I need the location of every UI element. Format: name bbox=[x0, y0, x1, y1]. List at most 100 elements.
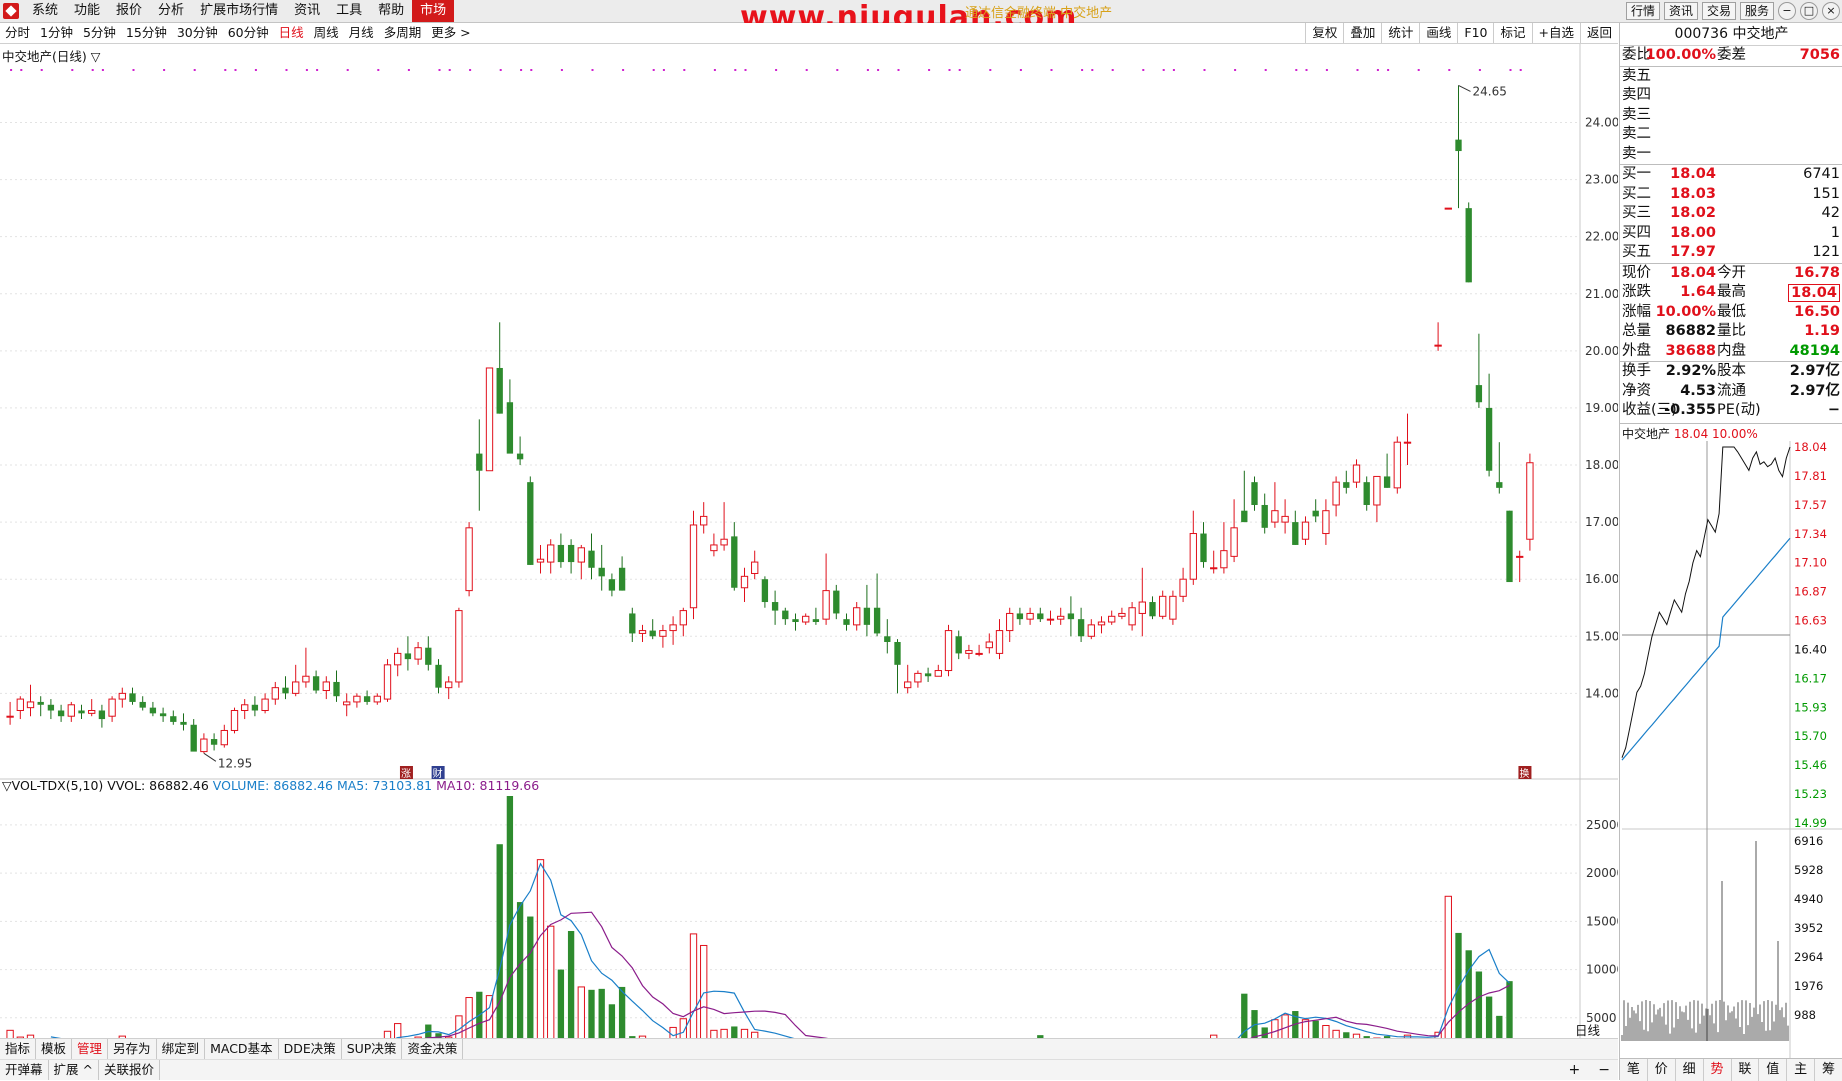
candle[interactable] bbox=[537, 545, 543, 574]
candle[interactable] bbox=[741, 568, 747, 602]
candle[interactable] bbox=[1149, 596, 1155, 619]
candle[interactable] bbox=[1476, 334, 1482, 408]
candle[interactable] bbox=[1139, 568, 1145, 637]
candle[interactable] bbox=[1404, 414, 1410, 465]
candle[interactable] bbox=[68, 702, 74, 722]
ext-tab-0[interactable]: 开弹幕 bbox=[0, 1060, 49, 1080]
candle[interactable] bbox=[517, 436, 523, 465]
candle[interactable] bbox=[1272, 482, 1278, 528]
candle[interactable] bbox=[527, 476, 533, 564]
top-button-3[interactable]: 服务 bbox=[1740, 2, 1774, 20]
candle[interactable] bbox=[1231, 499, 1237, 562]
period-tab-9[interactable]: 多周期 bbox=[379, 23, 427, 43]
candle[interactable] bbox=[1088, 619, 1094, 639]
candle[interactable] bbox=[660, 625, 666, 648]
candle[interactable] bbox=[1455, 85, 1461, 208]
indicator-tab-1[interactable]: 模板 bbox=[36, 1039, 72, 1059]
candle[interactable] bbox=[1445, 208, 1451, 209]
candle[interactable] bbox=[466, 522, 472, 596]
candle[interactable] bbox=[1353, 459, 1359, 488]
period-tab-6[interactable]: 日线 bbox=[274, 23, 309, 43]
menu-item-4[interactable]: 扩展市场行情 bbox=[192, 0, 286, 22]
candle[interactable] bbox=[1435, 322, 1441, 351]
candle[interactable] bbox=[548, 539, 554, 573]
period-tab-2[interactable]: 5分钟 bbox=[78, 23, 121, 43]
period-tab-1[interactable]: 1分钟 bbox=[35, 23, 78, 43]
candle[interactable] bbox=[1160, 591, 1166, 620]
candle[interactable] bbox=[915, 671, 921, 688]
candle[interactable] bbox=[905, 665, 911, 694]
candle[interactable] bbox=[1078, 608, 1084, 642]
candle[interactable] bbox=[803, 613, 809, 624]
candle[interactable] bbox=[415, 642, 421, 665]
top-button-2[interactable]: 交易 bbox=[1702, 2, 1736, 20]
candle[interactable] bbox=[1323, 499, 1329, 545]
candle[interactable] bbox=[1262, 494, 1268, 534]
candle[interactable] bbox=[476, 419, 482, 510]
candle[interactable] bbox=[58, 705, 64, 722]
candle[interactable] bbox=[925, 668, 931, 682]
candle[interactable] bbox=[690, 511, 696, 619]
candle[interactable] bbox=[344, 693, 350, 716]
candle[interactable] bbox=[833, 585, 839, 619]
period-tab-8[interactable]: 月线 bbox=[344, 23, 379, 43]
candle[interactable] bbox=[588, 534, 594, 580]
candle[interactable] bbox=[364, 691, 370, 705]
candle[interactable] bbox=[1119, 608, 1125, 619]
panel-tab-7[interactable]: 筹 bbox=[1815, 1059, 1842, 1081]
candle[interactable] bbox=[303, 648, 309, 688]
candle[interactable] bbox=[1200, 522, 1206, 568]
candle[interactable] bbox=[201, 733, 207, 753]
candle[interactable] bbox=[354, 693, 360, 707]
intraday-mini-chart[interactable]: 18.0417.8117.5717.3417.1016.8716.6316.40… bbox=[1620, 441, 1842, 1058]
candle[interactable] bbox=[140, 696, 146, 710]
tool-button-6[interactable]: +自选 bbox=[1532, 23, 1580, 43]
tool-button-0[interactable]: 复权 bbox=[1305, 23, 1343, 43]
candle[interactable] bbox=[711, 534, 717, 557]
candle[interactable] bbox=[945, 625, 951, 676]
candle[interactable] bbox=[435, 659, 441, 693]
candle[interactable] bbox=[1007, 608, 1013, 642]
candle[interactable] bbox=[1527, 454, 1533, 551]
period-tab-3[interactable]: 15分钟 bbox=[121, 23, 172, 43]
candle[interactable] bbox=[884, 619, 890, 653]
candle[interactable] bbox=[1211, 551, 1217, 574]
candle[interactable] bbox=[242, 699, 248, 719]
candle[interactable] bbox=[252, 696, 258, 716]
candle[interactable] bbox=[823, 554, 829, 625]
panel-tab-1[interactable]: 价 bbox=[1648, 1059, 1676, 1081]
candle[interactable] bbox=[1292, 511, 1298, 545]
candle[interactable] bbox=[38, 696, 44, 716]
tool-button-4[interactable]: F10 bbox=[1457, 23, 1493, 43]
kline-chart-area[interactable]: 24.0023.0022.0021.0020.0019.0018.0017.00… bbox=[0, 44, 1618, 1044]
candle[interactable] bbox=[282, 676, 288, 699]
tool-button-3[interactable]: 画线 bbox=[1419, 23, 1457, 43]
minimize-icon[interactable]: − bbox=[1778, 2, 1796, 20]
candle[interactable] bbox=[1068, 596, 1074, 636]
period-tab-4[interactable]: 30分钟 bbox=[172, 23, 223, 43]
candle[interactable] bbox=[1302, 516, 1308, 545]
candle[interactable] bbox=[752, 551, 758, 580]
menu-item-2[interactable]: 报价 bbox=[108, 0, 150, 22]
indicator-tab-2[interactable]: 管理 bbox=[72, 1039, 108, 1059]
candle[interactable] bbox=[17, 696, 23, 719]
candle[interactable] bbox=[1027, 608, 1033, 625]
candle[interactable] bbox=[619, 556, 625, 590]
panel-tab-0[interactable]: 笔 bbox=[1620, 1059, 1648, 1081]
candle[interactable] bbox=[1374, 476, 1380, 522]
ext-tab-1[interactable]: 扩展 ^ bbox=[49, 1060, 99, 1080]
candle[interactable] bbox=[609, 573, 615, 596]
indicator-tab-8[interactable]: 资金决策 bbox=[402, 1039, 463, 1059]
candle[interactable] bbox=[762, 576, 768, 607]
top-button-1[interactable]: 资讯 bbox=[1664, 2, 1698, 20]
menu-item-3[interactable]: 分析 bbox=[150, 0, 192, 22]
candle[interactable] bbox=[170, 710, 176, 724]
candle[interactable] bbox=[558, 534, 564, 568]
close-icon[interactable]: × bbox=[1822, 2, 1840, 20]
candle[interactable] bbox=[1098, 616, 1104, 633]
indicator-tab-5[interactable]: MACD基本 bbox=[205, 1039, 278, 1059]
candle[interactable] bbox=[772, 591, 778, 625]
menu-item-5[interactable]: 资讯 bbox=[286, 0, 328, 22]
candle[interactable] bbox=[323, 676, 329, 699]
candle[interactable] bbox=[721, 502, 727, 551]
